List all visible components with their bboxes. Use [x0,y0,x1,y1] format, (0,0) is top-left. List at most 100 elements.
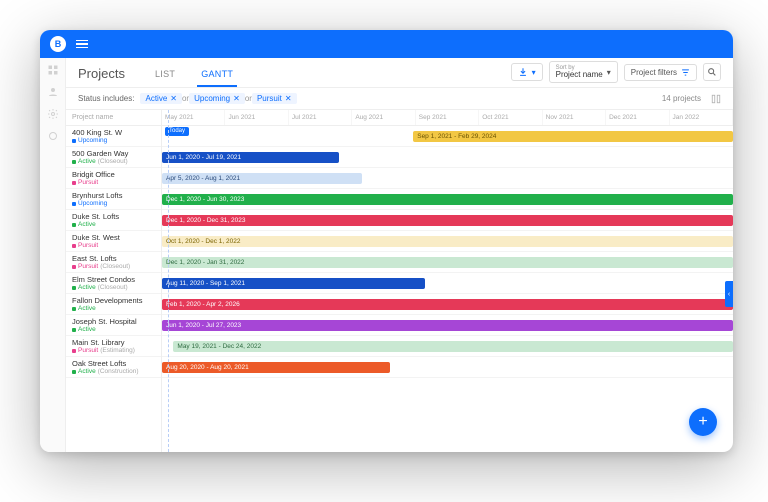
gantt-row: Apr 5, 2020 - Aug 1, 2021 [162,168,733,189]
project-row[interactable]: 400 King St. WUpcoming [66,126,161,147]
project-status: Upcoming [72,137,155,144]
project-name: Joseph St. Hospital [72,317,155,326]
download-icon [518,67,528,77]
gantt-bar[interactable]: Aug 11, 2020 - Sep 1, 2021 [162,278,425,289]
gantt-bar[interactable]: Oct 1, 2020 - Dec 1, 2022 [162,236,733,247]
filters-button[interactable]: Project filters [624,64,697,81]
gantt-bar[interactable]: Jun 1, 2020 - Jul 27, 2023 [162,320,733,331]
people-icon[interactable] [47,86,59,98]
header: Projects LIST GANTT ▾ Sort by Project nam… [66,58,733,88]
sort-button[interactable]: Sort by Project name ▾ [549,61,618,83]
gantt-row: TodaySep 1, 2021 - Feb 29, 2024 [162,126,733,147]
filter-chip-upcoming[interactable]: Upcoming ✕ [189,93,245,104]
gantt-bar[interactable]: Sep 1, 2021 - Feb 29, 2024 [413,131,733,142]
tab-list[interactable]: LIST [151,63,179,87]
gantt-bar[interactable]: Dec 1, 2020 - Jan 31, 2022 [162,257,733,268]
project-name: Brynhurst Lofts [72,191,155,200]
gantt-row: Aug 11, 2020 - Sep 1, 2021 [162,273,733,294]
filters-row: Status includes: Active ✕orUpcoming ✕orP… [66,88,733,110]
project-row[interactable]: Oak Street LoftsActive (Construction) [66,357,161,378]
project-name: Elm Street Condos [72,275,155,284]
project-row[interactable]: Duke St. WestPursuit [66,231,161,252]
topbar: B [40,30,733,58]
left-rail [40,58,66,452]
project-name: 500 Garden Way [72,149,155,158]
project-name: Fallon Developments [72,296,155,305]
project-row[interactable]: Brynhurst LoftsUpcoming [66,189,161,210]
project-status: Active [72,221,155,228]
project-count: 14 projects [662,94,701,103]
search-button[interactable] [703,63,721,81]
gantt-bar[interactable]: Jun 1, 2020 - Jul 19, 2021 [162,152,339,163]
project-row[interactable]: Joseph St. HospitalActive [66,315,161,336]
gantt-bar[interactable]: Aug 20, 2020 - Aug 20, 2021 [162,362,390,373]
gantt-row: Jun 1, 2020 - Jul 27, 2023 [162,315,733,336]
col-header-project: Project name [66,110,161,126]
menu-icon[interactable] [76,40,88,49]
project-row[interactable]: Fallon DevelopmentsActive [66,294,161,315]
side-handle[interactable]: ‹ [725,281,733,307]
project-name: East St. Lofts [72,254,155,263]
gantt-bar[interactable]: Feb 1, 2020 - Apr 2, 2026 [162,299,733,310]
filter-chip-active[interactable]: Active ✕ [140,93,182,104]
project-name: 400 King St. W [72,128,155,137]
month-cell: Nov 2021 [543,110,606,125]
month-cell: Jan 2022 [670,110,733,125]
month-cell: Dec 2021 [606,110,669,125]
project-row[interactable]: Bridgit OfficePursuit [66,168,161,189]
project-status: Active [72,326,155,333]
project-name: Duke St. West [72,233,155,242]
project-status: Pursuit [72,179,155,186]
gantt-row: Jun 1, 2020 - Jul 19, 2021 [162,147,733,168]
tab-gantt[interactable]: GANTT [197,63,237,87]
project-row[interactable]: Duke St. LoftsActive [66,210,161,231]
project-status: Active (Closeout) [72,158,155,165]
month-cell: Aug 2021 [352,110,415,125]
apps-icon[interactable] [47,64,59,76]
month-cell: Jun 2021 [225,110,288,125]
gantt-chart: Project name 400 King St. WUpcoming500 G… [66,110,733,452]
gantt-row: Dec 1, 2020 - Dec 31, 2023 [162,210,733,231]
gantt-bar[interactable]: Dec 1, 2020 - Dec 31, 2023 [162,215,733,226]
project-status: Active [72,305,155,312]
remove-icon[interactable]: ✕ [170,94,177,103]
project-row[interactable]: East St. LoftsPursuit (Closeout) [66,252,161,273]
search-icon [707,67,717,77]
today-line [168,110,169,452]
project-row[interactable]: Main St. LibraryPursuit (Estimating) [66,336,161,357]
gear-icon[interactable] [47,130,59,142]
filter-label: Status includes: [78,94,134,103]
project-row[interactable]: 500 Garden WayActive (Closeout) [66,147,161,168]
columns-icon[interactable] [711,94,721,104]
gantt-row: Feb 1, 2020 - Apr 2, 2026 [162,294,733,315]
project-name: Duke St. Lofts [72,212,155,221]
project-status: Upcoming [72,200,155,207]
month-cell: May 2021 [162,110,225,125]
remove-icon[interactable]: ✕ [233,94,240,103]
remove-icon[interactable]: ✕ [285,94,292,103]
gantt-row: Aug 20, 2020 - Aug 20, 2021 [162,357,733,378]
gantt-row: Dec 1, 2020 - Jan 31, 2022 [162,252,733,273]
month-cell: Sep 2021 [416,110,479,125]
gantt-bar[interactable]: Apr 5, 2020 - Aug 1, 2021 [162,173,362,184]
gantt-bar[interactable]: Dec 1, 2020 - Jun 30, 2023 [162,194,733,205]
project-status: Pursuit [72,242,155,249]
month-cell: Oct 2021 [479,110,542,125]
gantt-bar[interactable]: May 19, 2021 - Dec 24, 2022 [173,341,733,352]
project-row[interactable]: Elm Street CondosActive (Closeout) [66,273,161,294]
timeline-header: May 2021Jun 2021Jul 2021Aug 2021Sep 2021… [162,110,733,126]
project-name: Main St. Library [72,338,155,347]
app-logo: B [50,36,66,52]
add-button[interactable]: + [689,408,717,436]
project-status: Pursuit (Estimating) [72,347,155,354]
project-name: Bridgit Office [72,170,155,179]
project-name: Oak Street Lofts [72,359,155,368]
gantt-row: Oct 1, 2020 - Dec 1, 2022 [162,231,733,252]
page-title: Projects [78,66,125,81]
filter-chip-pursuit[interactable]: Pursuit ✕ [252,93,297,104]
gantt-row: Dec 1, 2020 - Jun 30, 2023 [162,189,733,210]
project-status: Pursuit (Closeout) [72,263,155,270]
settings-icon[interactable] [47,108,59,120]
project-status: Active (Closeout) [72,284,155,291]
export-button[interactable]: ▾ [511,63,543,81]
